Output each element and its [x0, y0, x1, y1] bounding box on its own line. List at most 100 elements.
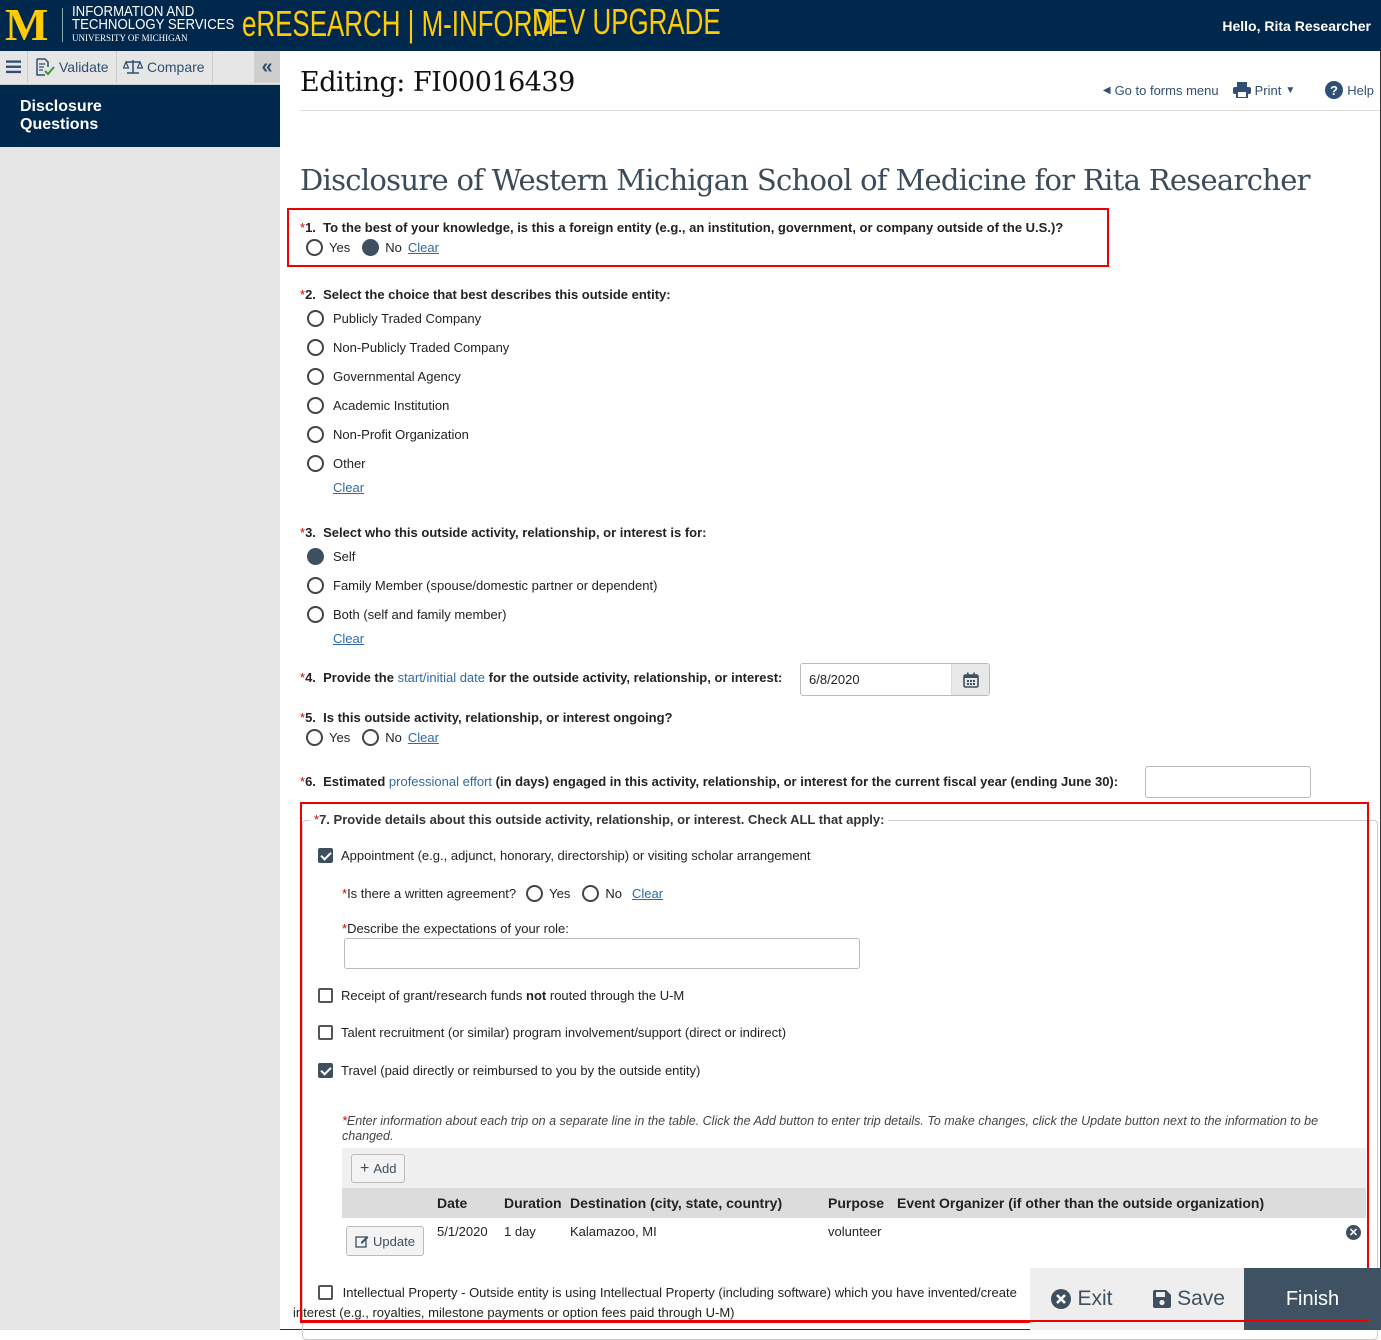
- print-dropdown[interactable]: Print ▼: [1232, 82, 1295, 98]
- help-circle-icon: ?: [1325, 81, 1344, 99]
- option-label: Family Member (spouse/domestic partner o…: [333, 578, 658, 593]
- q2-clear-link[interactable]: Clear: [300, 480, 671, 495]
- q5-no-radio[interactable]: [362, 729, 380, 746]
- validate-label: Validate: [59, 59, 109, 75]
- q6-label-pre: Estimated: [323, 774, 386, 789]
- save-label: Save: [1177, 1287, 1225, 1310]
- option-label: Governmental Agency: [333, 369, 461, 384]
- q2-option[interactable]: Non-Publicly Traded Company: [300, 333, 671, 362]
- q3-option-self[interactable]: Self: [300, 542, 706, 571]
- professional-effort-help-link[interactable]: professional effort: [389, 774, 492, 789]
- question-5: *5. Is this outside activity, relationsh…: [300, 710, 673, 746]
- q4-number: 4.: [305, 670, 316, 685]
- option-label: Both (self and family member): [333, 607, 507, 622]
- option-label: Publicly Traded Company: [333, 311, 482, 326]
- caret-left-icon: ◀: [1102, 84, 1111, 96]
- start-date-input[interactable]: 6/8/2020: [801, 664, 951, 695]
- q1-yes-radio[interactable]: [306, 239, 323, 256]
- q2-option[interactable]: Governmental Agency: [300, 362, 671, 391]
- radio-button[interactable]: [307, 577, 324, 594]
- top-header: M INFORMATION AND TECHNOLOGY SERVICES UN…: [0, 0, 1381, 51]
- floppy-disk-icon: [1153, 1290, 1172, 1308]
- option-label: Non-Publicly Traded Company: [333, 340, 510, 355]
- go-to-forms-menu-link[interactable]: ◀ Go to forms menu: [1103, 83, 1219, 98]
- hamburger-icon: [6, 60, 21, 74]
- q1-no-radio[interactable]: [362, 239, 380, 256]
- org-line-3: UNIVERSITY OF MICHIGAN: [72, 33, 188, 43]
- q5-number: 5.: [305, 710, 316, 725]
- q5-options: Yes No Clear: [300, 729, 673, 746]
- app-title: eRESEARCH | M-INFORM: [242, 3, 555, 44]
- option-label: Non-Profit Organization: [333, 427, 469, 442]
- q4-label-post: for the outside activity, relationship, …: [488, 670, 783, 685]
- help-label: Help: [1347, 82, 1374, 98]
- start-date-help-link[interactable]: start/initial date: [398, 670, 485, 685]
- calendar-icon: [962, 672, 979, 688]
- double-chevron-left-icon: «: [261, 55, 273, 78]
- q3-option-family[interactable]: Family Member (spouse/domestic partner o…: [300, 571, 706, 600]
- page-header: Editing: FI00016439 ◀ Go to forms menu P…: [300, 67, 1380, 111]
- q2-label: Select the choice that best describes th…: [323, 287, 671, 302]
- professional-effort-input[interactable]: [1145, 766, 1311, 798]
- printer-icon: [1232, 82, 1251, 98]
- collapse-sidebar-button[interactable]: «: [254, 51, 280, 83]
- q3-option-both[interactable]: Both (self and family member): [300, 600, 706, 629]
- q1-yes-label: Yes: [329, 240, 351, 255]
- option-label: Self: [333, 549, 356, 564]
- q2-option[interactable]: Other: [300, 449, 671, 478]
- radio-button[interactable]: [307, 310, 324, 327]
- q4-label-pre: Provide the: [323, 670, 394, 685]
- q5-clear-link[interactable]: Clear: [408, 730, 439, 745]
- org-name: INFORMATION AND TECHNOLOGY SERVICES UNIV…: [72, 4, 257, 45]
- question-3: *3. Select who this outside activity, re…: [300, 525, 707, 646]
- sidebar-toolbar: Validate Compare «: [0, 51, 280, 85]
- sidebar-item-disclosure-questions[interactable]: Disclosure Questions: [0, 85, 280, 147]
- environment-label: DEV UPGRADE: [532, 1, 721, 42]
- q6-number: 6.: [305, 774, 316, 789]
- start-date-field[interactable]: 6/8/2020: [800, 663, 990, 696]
- exit-label: Exit: [1077, 1287, 1113, 1310]
- sidebar-item-label: Disclosure Questions: [20, 98, 102, 133]
- radio-button[interactable]: [307, 397, 324, 414]
- q2-option[interactable]: Publicly Traded Company: [300, 304, 671, 333]
- question-4: *4. Provide the start/initial date for t…: [300, 670, 783, 685]
- q6-label-post: (in days) engaged in this activity, rela…: [495, 774, 1119, 789]
- q7-highlight-box: [300, 802, 1369, 1323]
- menu-button[interactable]: [0, 51, 28, 83]
- calendar-button[interactable]: [951, 664, 989, 695]
- option-label: Other: [333, 456, 366, 471]
- radio-button[interactable]: [307, 606, 324, 623]
- compare-label: Compare: [147, 59, 205, 75]
- validate-button[interactable]: Validate: [29, 51, 117, 83]
- q2-option[interactable]: Academic Institution: [300, 391, 671, 420]
- q5-yes-label: Yes: [329, 730, 351, 745]
- validate-document-icon: [36, 58, 55, 76]
- q2-number: 2.: [305, 287, 316, 302]
- q5-label: Is this outside activity, relationship, …: [323, 710, 673, 725]
- radio-button[interactable]: [307, 368, 324, 385]
- q1-no-label: No: [385, 240, 402, 255]
- sidebar: Validate Compare « Disclosure Questions: [0, 51, 280, 1330]
- page-title: Editing: FI00016439: [300, 67, 575, 98]
- main-content: Editing: FI00016439 ◀ Go to forms menu P…: [280, 51, 1380, 1340]
- form-title: Disclosure of Western Michigan School of…: [300, 163, 1311, 197]
- q1-label: To the best of your knowledge, is this a…: [323, 220, 1064, 235]
- radio-button[interactable]: [307, 455, 324, 472]
- compare-button[interactable]: Compare: [117, 51, 213, 83]
- radio-button[interactable]: [307, 426, 324, 443]
- question-6: *6. Estimated professional effort (in da…: [300, 774, 1119, 789]
- page-actions: ◀ Go to forms menu Print ▼ ? Help: [1103, 81, 1374, 99]
- user-greeting: Hello, Rita Researcher: [1222, 18, 1371, 34]
- q2-option[interactable]: Non-Profit Organization: [300, 420, 671, 449]
- print-label: Print: [1254, 82, 1282, 98]
- q5-yes-radio[interactable]: [306, 729, 323, 746]
- q1-number: 1.: [305, 220, 316, 235]
- svg-text:?: ?: [1330, 83, 1338, 98]
- radio-button[interactable]: [307, 548, 324, 565]
- org-line-2: TECHNOLOGY SERVICES: [72, 16, 235, 33]
- help-link[interactable]: ? Help: [1325, 81, 1374, 99]
- go-to-forms-label: Go to forms menu: [1114, 82, 1219, 98]
- radio-button[interactable]: [307, 339, 324, 356]
- q3-clear-link[interactable]: Clear: [300, 631, 706, 646]
- q1-clear-link[interactable]: Clear: [408, 240, 439, 255]
